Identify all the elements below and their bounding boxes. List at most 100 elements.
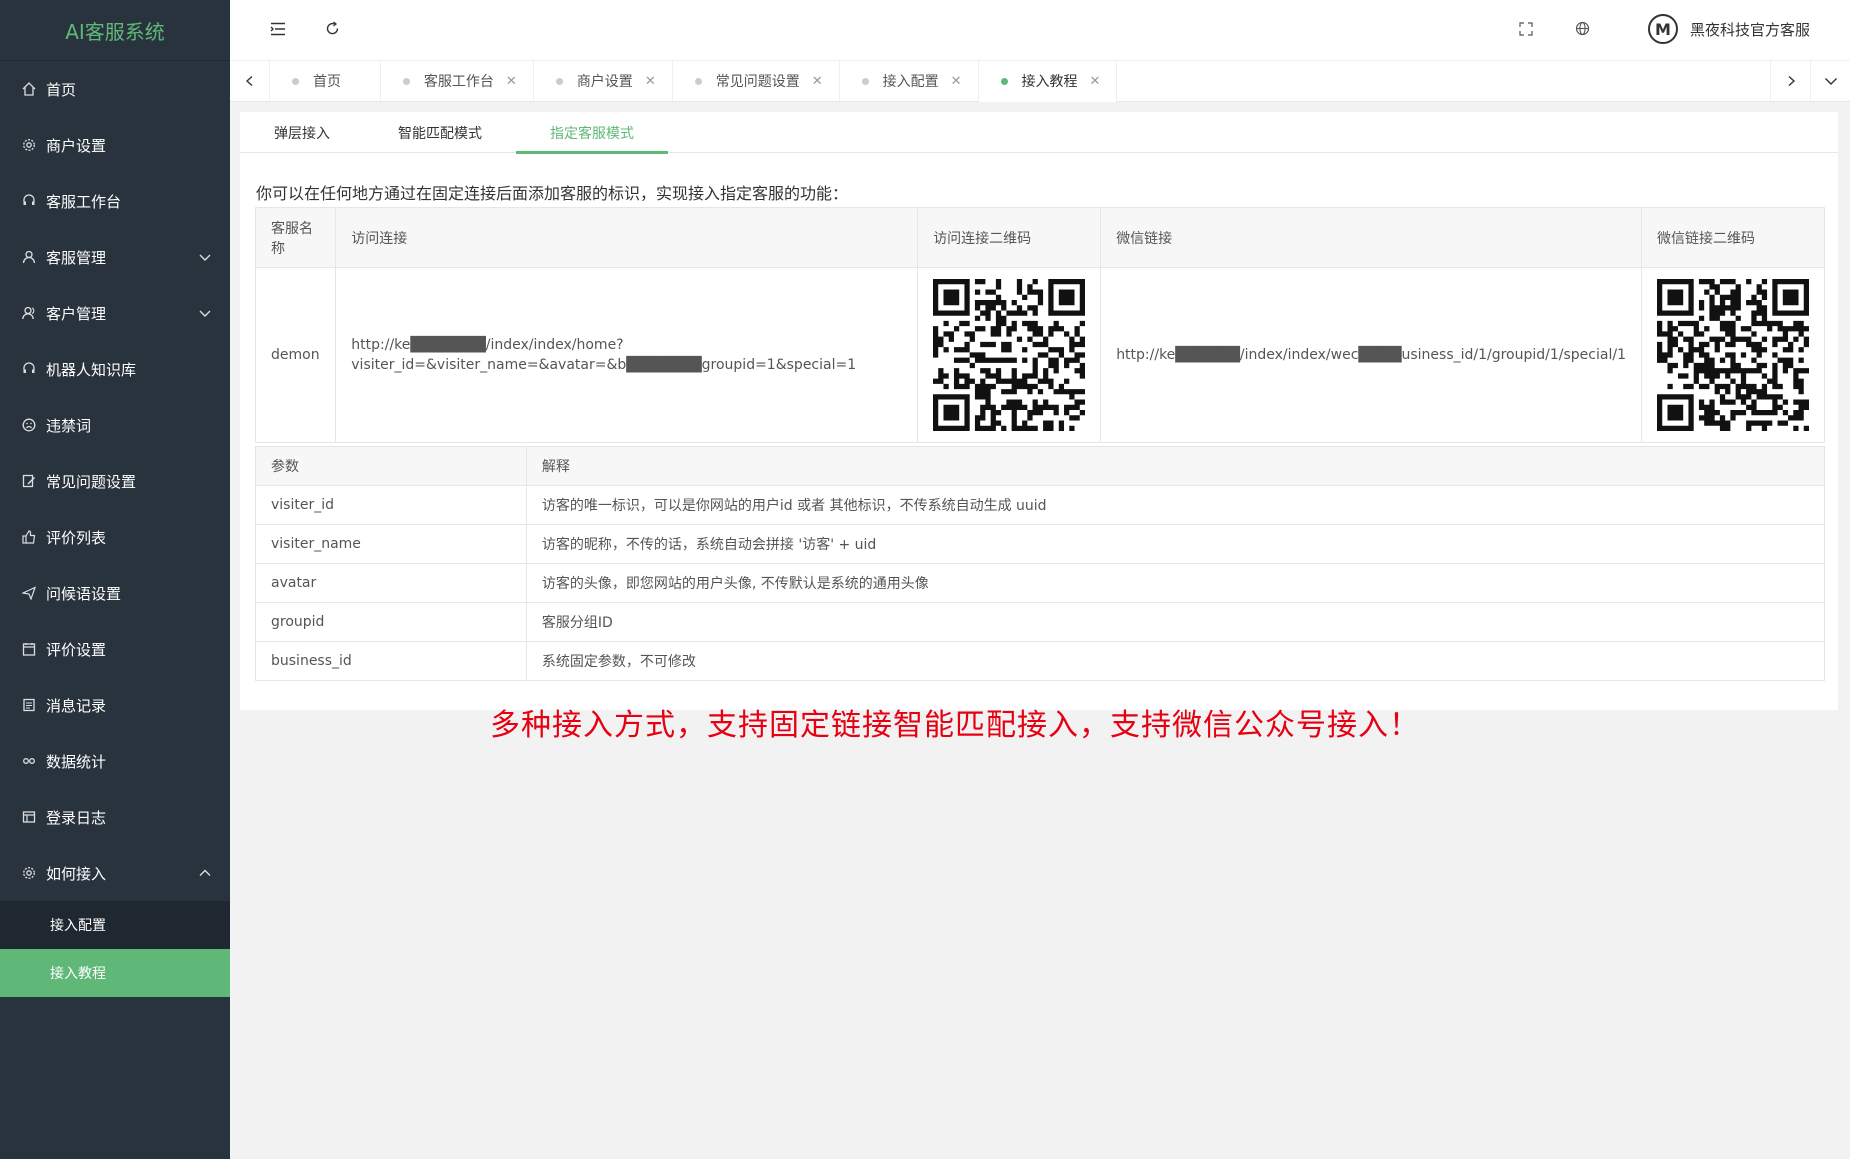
sidebar-item-service-workbench[interactable]: 客服工作台 bbox=[0, 173, 230, 229]
tab-merchant-settings[interactable]: 商户设置 ✕ bbox=[534, 61, 673, 101]
sidebar-item-login-log[interactable]: 登录日志 bbox=[0, 789, 230, 845]
top-header: M 黑夜科技官方客服 bbox=[230, 0, 1850, 61]
param-desc: 访客的唯一标识，可以是你网站的用户id 或者 其他标识，不传系统自动生成 uui… bbox=[525, 485, 1826, 525]
chevron-down-icon bbox=[198, 250, 212, 264]
tab-integration-config[interactable]: 接入配置 ✕ bbox=[840, 61, 979, 101]
column-header: 参数 bbox=[255, 446, 527, 486]
sidebar-item-label: 客服工作台 bbox=[46, 192, 122, 211]
tab-dot bbox=[694, 77, 702, 85]
gear-icon bbox=[20, 136, 38, 154]
menu-fold-icon bbox=[270, 21, 286, 40]
tabs-scroll-left-button[interactable] bbox=[230, 61, 270, 101]
sidebar-item-label: 首页 bbox=[46, 80, 77, 99]
robot-icon bbox=[20, 360, 38, 378]
sidebar-item-label: 违禁词 bbox=[46, 416, 92, 435]
sidebar-item-banned-words[interactable]: 违禁词 bbox=[0, 397, 230, 453]
tab-faq-settings[interactable]: 常见问题设置 ✕ bbox=[673, 61, 840, 101]
sidebar-item-service-management[interactable]: 客服管理 bbox=[0, 229, 230, 285]
user-icon bbox=[20, 248, 38, 266]
sidebar-item-label: 登录日志 bbox=[46, 808, 107, 827]
tab-service-workbench[interactable]: 客服工作台 ✕ bbox=[381, 61, 534, 101]
sidebar-item-robot-knowledge[interactable]: 机器人知识库 bbox=[0, 341, 230, 397]
column-header: 客服名称 bbox=[254, 207, 337, 268]
sidebar-item-how-to-integrate[interactable]: 如何接入 bbox=[0, 845, 230, 901]
tab-label: 首页 bbox=[313, 74, 341, 90]
sidebar-item-label: 机器人知识库 bbox=[46, 360, 137, 379]
tabs-dropdown-button[interactable] bbox=[1810, 61, 1850, 101]
chevron-right-icon bbox=[1785, 72, 1797, 91]
tab-smart-match-mode[interactable]: 智能匹配模式 bbox=[364, 112, 516, 153]
sidebar-item-label: 如何接入 bbox=[46, 864, 107, 883]
send-icon bbox=[20, 584, 38, 602]
sidebar-item-label: 消息记录 bbox=[46, 696, 107, 715]
sidebar-item-label: 常见问题设置 bbox=[46, 472, 137, 491]
sidebar-item-message-records[interactable]: 消息记录 bbox=[0, 677, 230, 733]
sidebar-item-label: 评价设置 bbox=[46, 640, 107, 659]
sidebar-item-review-settings[interactable]: 评价设置 bbox=[0, 621, 230, 677]
sidebar-item-merchant-settings[interactable]: 商户设置 bbox=[0, 117, 230, 173]
home-icon bbox=[20, 80, 38, 98]
headset-icon bbox=[20, 192, 38, 210]
close-icon[interactable]: ✕ bbox=[506, 74, 517, 89]
param-name: visiter_name bbox=[255, 524, 527, 564]
sidebar-item-faq-settings[interactable]: 常见问题设置 bbox=[0, 453, 230, 509]
tab-dot bbox=[292, 77, 299, 85]
page-tabs-bar: 首页 ✕ 客服工作台 ✕ 商户设置 ✕ 常见问题设置 ✕ 接入配置 ✕ 接入教程… bbox=[230, 61, 1850, 102]
sidebar-item-label: 客户管理 bbox=[46, 304, 107, 323]
tab-designated-service-mode[interactable]: 指定客服模式 bbox=[516, 112, 668, 154]
column-header: 微信链接 bbox=[1100, 207, 1642, 268]
visit-link-cell: http://ke███████/index/index/home? visit… bbox=[335, 267, 919, 443]
fullscreen-button[interactable] bbox=[1514, 18, 1538, 42]
close-icon[interactable]: ✕ bbox=[812, 74, 823, 89]
thumb-up-icon bbox=[20, 528, 38, 546]
sidebar-item-review-list[interactable]: 评价列表 bbox=[0, 509, 230, 565]
wechat-link[interactable]: http://ke██████/index/index/wec████usine… bbox=[1100, 267, 1642, 443]
column-header: 解释 bbox=[525, 446, 1826, 486]
visit-link[interactable]: http://ke███████/index/index/home? bbox=[351, 335, 902, 355]
sidebar-subitem-integration-config[interactable]: 接入配置 bbox=[0, 901, 230, 949]
intro-text: 你可以在任何地方通过在固定连接后面添加客服的标识，实现接入指定客服的功能： bbox=[256, 184, 849, 203]
tab-label: 接入教程 bbox=[1021, 74, 1078, 90]
sidebar: AI客服系统 首页 商户设置 客服工作台 客服管理 客户管理 机器人知识库 违禁… bbox=[0, 0, 230, 1159]
user-menu[interactable]: M 黑夜科技官方客服 bbox=[1647, 14, 1810, 44]
close-icon[interactable]: ✕ bbox=[951, 74, 962, 89]
table-header-row: 客服名称 访问连接 访问连接二维码 微信链接 微信链接二维码 bbox=[254, 207, 1826, 268]
close-icon[interactable]: ✕ bbox=[645, 74, 656, 89]
visit-link-params[interactable]: visiter_id=&visiter_name=&avatar=&b█████… bbox=[351, 355, 902, 375]
param-name: visiter_id bbox=[255, 485, 527, 525]
tab-home[interactable]: 首页 ✕ bbox=[270, 61, 381, 101]
params-table: 参数 解释 visiter_id 访客的唯一标识，可以是你网站的用户id 或者 其… bbox=[255, 446, 1826, 681]
service-name: demon bbox=[254, 267, 337, 443]
app-logo[interactable]: AI客服系统 bbox=[0, 0, 230, 61]
document-icon bbox=[20, 696, 38, 714]
param-desc: 系统固定参数，不可修改 bbox=[525, 641, 1826, 681]
tab-label: 商户设置 bbox=[576, 74, 633, 90]
sidebar-item-customer-management[interactable]: 客户管理 bbox=[0, 285, 230, 341]
sidebar-subitem-integration-tutorial[interactable]: 接入教程 bbox=[0, 949, 230, 997]
tab-label: 接入配置 bbox=[882, 74, 939, 90]
wechat-qr-cell bbox=[1640, 267, 1826, 443]
close-icon[interactable]: ✕ bbox=[1090, 74, 1101, 89]
tabs-scroll-right-button[interactable] bbox=[1770, 61, 1810, 101]
table-row: visiter_name 访客的昵称，不传的话，系统自动会拼接 '访客' + ui… bbox=[255, 524, 1826, 564]
param-name: groupid bbox=[255, 602, 527, 642]
chevron-down-icon bbox=[1824, 72, 1838, 91]
refresh-icon bbox=[325, 20, 340, 40]
language-button[interactable] bbox=[1570, 18, 1594, 42]
param-desc: 客服分组ID bbox=[525, 602, 1826, 642]
frown-icon bbox=[20, 416, 38, 434]
sidebar-item-statistics[interactable]: 数据统计 bbox=[0, 733, 230, 789]
refresh-button[interactable] bbox=[320, 18, 344, 42]
sidebar-item-label: 评价列表 bbox=[46, 528, 107, 547]
menu-toggle-button[interactable] bbox=[266, 18, 290, 42]
tab-popup-mode[interactable]: 弹层接入 bbox=[240, 112, 364, 153]
table-row: demon http://ke███████/index/index/home?… bbox=[254, 267, 1826, 443]
tab-integration-tutorial[interactable]: 接入教程 ✕ bbox=[978, 61, 1118, 102]
sidebar-item-label: 客服管理 bbox=[46, 248, 107, 267]
sidebar-item-home[interactable]: 首页 bbox=[0, 61, 230, 117]
sidebar-item-greeting-settings[interactable]: 问候语设置 bbox=[0, 565, 230, 621]
mode-tabs: 弹层接入 智能匹配模式 指定客服模式 bbox=[240, 112, 1838, 154]
chevron-down-icon bbox=[198, 306, 212, 320]
sidebar-item-label: 数据统计 bbox=[46, 752, 107, 771]
column-header: 访问连接二维码 bbox=[917, 207, 1102, 268]
